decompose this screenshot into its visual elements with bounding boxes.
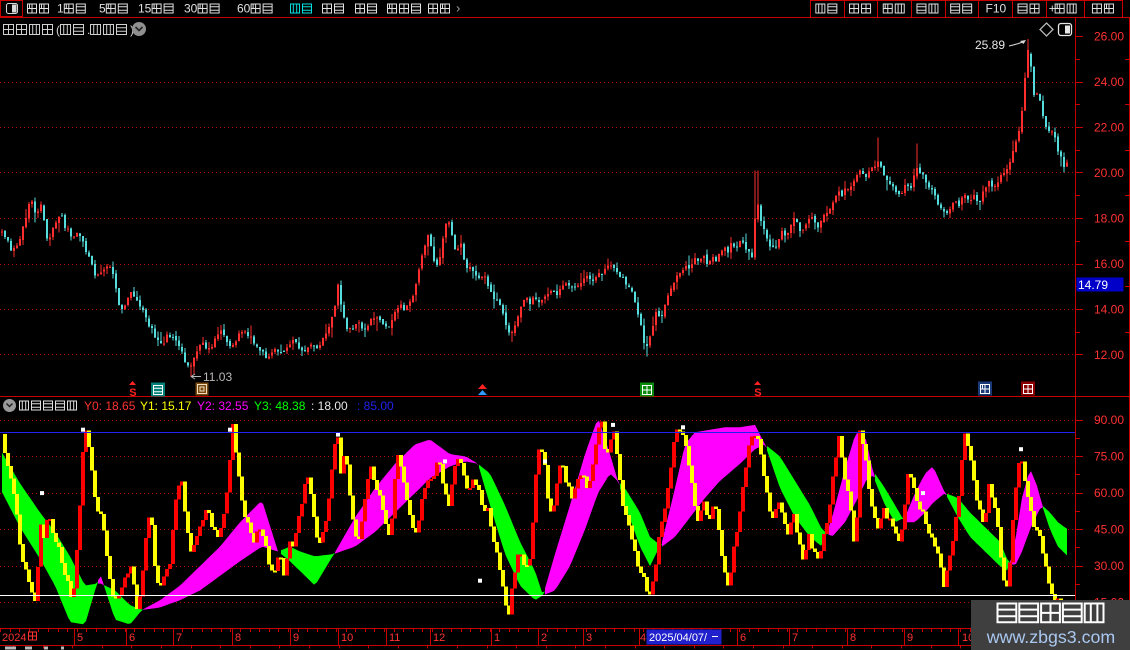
svg-text:60: 60 (237, 2, 251, 16)
svg-text:1: 1 (57, 2, 64, 16)
svg-text:14.00: 14.00 (1094, 303, 1124, 317)
svg-text:S: S (129, 387, 136, 399)
svg-text:45.00: 45.00 (1094, 523, 1124, 537)
svg-text:S: S (754, 387, 761, 399)
svg-text:F10: F10 (986, 2, 1007, 16)
svg-text:22.00: 22.00 (1094, 121, 1124, 135)
svg-text:(: ( (56, 23, 60, 37)
svg-text:11: 11 (389, 632, 400, 644)
svg-text:Y0: 18.65: Y0: 18.65 (84, 399, 136, 413)
svg-text:8: 8 (235, 632, 241, 644)
svg-text:16.00: 16.00 (1094, 257, 1124, 271)
svg-text:2: 2 (541, 632, 547, 644)
svg-text:.: . (87, 23, 90, 37)
svg-text:›: › (456, 1, 460, 16)
svg-text:7: 7 (792, 632, 798, 644)
svg-text:Y2: 32.55: Y2: 32.55 (197, 399, 249, 413)
svg-text:www.zbgs3.com: www.zbgs3.com (986, 627, 1115, 647)
svg-text:Y1: 15.17: Y1: 15.17 (140, 399, 192, 413)
svg-text:25.89: 25.89 (975, 38, 1005, 52)
svg-text:5: 5 (77, 632, 83, 644)
svg-text:26.00: 26.00 (1094, 30, 1124, 44)
svg-text:3: 3 (586, 632, 592, 644)
svg-text:75.00: 75.00 (1094, 450, 1124, 464)
svg-text:24.00: 24.00 (1094, 75, 1124, 89)
svg-text:30.00: 30.00 (1094, 559, 1124, 573)
svg-text:9: 9 (293, 632, 299, 644)
svg-text:20.00: 20.00 (1094, 166, 1124, 180)
svg-text:2025/04/07/: 2025/04/07/ (649, 632, 708, 644)
svg-text:10: 10 (341, 632, 353, 644)
svg-text:30: 30 (184, 2, 198, 16)
svg-text:9: 9 (907, 632, 913, 644)
svg-text:11.03: 11.03 (203, 370, 232, 384)
svg-text:15: 15 (138, 2, 152, 16)
svg-text:: 85.00: : 85.00 (357, 399, 394, 413)
svg-text:12: 12 (433, 632, 445, 644)
svg-text:5: 5 (99, 2, 106, 16)
svg-text:7: 7 (176, 632, 182, 644)
svg-text:8: 8 (850, 632, 856, 644)
svg-text:90.00: 90.00 (1094, 413, 1124, 427)
svg-text:6: 6 (129, 632, 135, 644)
svg-text:12.00: 12.00 (1094, 348, 1124, 362)
svg-text:6: 6 (740, 632, 746, 644)
svg-text:Y3: 48.38: Y3: 48.38 (254, 399, 306, 413)
svg-text:1: 1 (494, 632, 500, 644)
svg-text:4: 4 (640, 632, 646, 644)
svg-text:: 18.00: : 18.00 (311, 399, 348, 413)
svg-text:2024: 2024 (2, 632, 26, 644)
svg-text:14.79: 14.79 (1078, 278, 1108, 292)
svg-text:18.00: 18.00 (1094, 212, 1124, 226)
svg-text:60.00: 60.00 (1094, 486, 1124, 500)
